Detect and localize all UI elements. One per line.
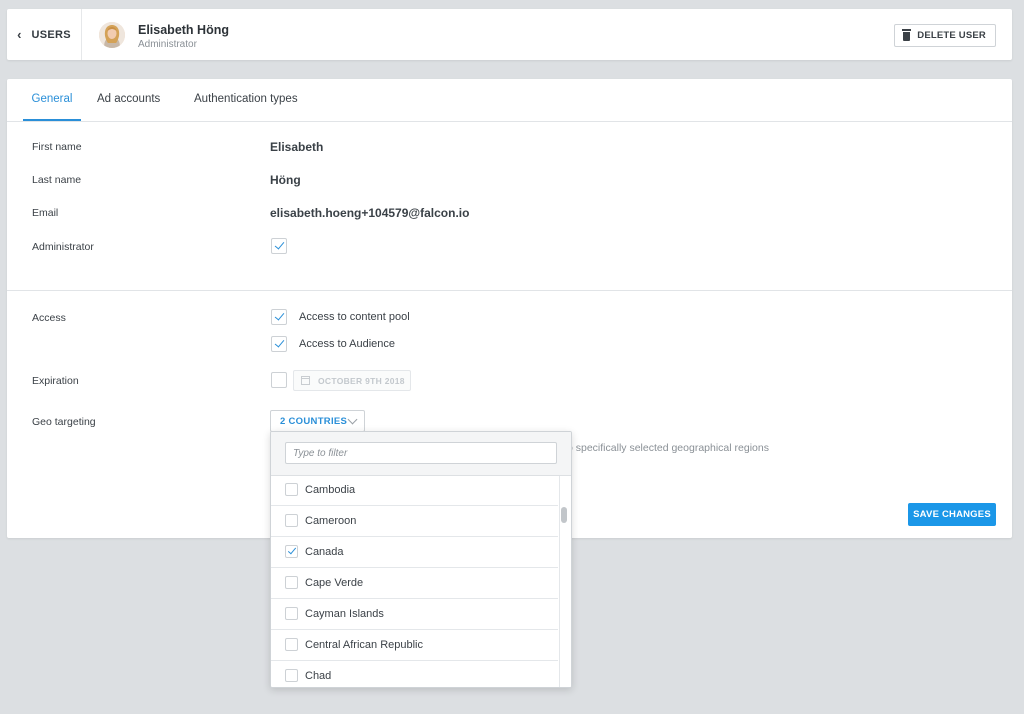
- delete-user-label: DELETE USER: [917, 30, 986, 41]
- first-name-label: First name: [32, 141, 82, 153]
- country-name: Cameroon: [305, 515, 357, 527]
- expiration-checkbox[interactable]: [271, 372, 287, 388]
- country-option-cape-verde[interactable]: Cape Verde: [271, 568, 558, 599]
- geo-targeting-label: Geo targeting: [32, 416, 96, 428]
- country-filter-input[interactable]: [285, 442, 557, 464]
- expiration-date-value: OCTOBER 9TH 2018: [318, 375, 405, 386]
- tab-ad-accounts[interactable]: Ad accounts: [97, 79, 160, 121]
- country-checkbox[interactable]: [285, 669, 298, 682]
- country-option-cambodia[interactable]: Cambodia: [271, 475, 558, 506]
- geo-countries-dropdown[interactable]: 2 COUNTRIES: [270, 410, 365, 432]
- audience-label: Access to Audience: [299, 338, 396, 350]
- email-label: Email: [32, 207, 59, 219]
- expiration-date-picker[interactable]: OCTOBER 9TH 2018: [293, 370, 411, 391]
- country-option-chad[interactable]: Chad: [271, 661, 558, 687]
- back-to-users-button[interactable]: ‹ USERS: [7, 9, 82, 60]
- country-name: Cambodia: [305, 484, 356, 496]
- country-name: Cape Verde: [305, 577, 364, 589]
- tab-authentication-types[interactable]: Authentication types: [194, 79, 298, 121]
- delete-user-button[interactable]: DELETE USER: [894, 24, 996, 47]
- administrator-label: Administrator: [32, 241, 94, 253]
- back-label: USERS: [31, 28, 71, 41]
- filter-area: [271, 432, 571, 476]
- geo-hint-text: o specifically selected geographical reg…: [567, 442, 769, 454]
- avatar: [99, 22, 125, 48]
- trash-icon: [902, 29, 912, 41]
- country-option-cameroon[interactable]: Cameroon: [271, 506, 558, 537]
- last-name-label: Last name: [32, 174, 82, 186]
- country-option-central-african-republic[interactable]: Central African Republic: [271, 630, 558, 661]
- country-checkbox[interactable]: [285, 483, 298, 496]
- section-divider: [7, 290, 1012, 291]
- dropdown-scroll-thumb[interactable]: [561, 507, 567, 523]
- first-name-value: Elisabeth: [270, 140, 324, 154]
- email-value: elisabeth.hoeng+104579@falcon.io: [270, 206, 470, 220]
- country-checkbox[interactable]: [285, 545, 298, 558]
- chevron-left-icon: ‹: [17, 27, 22, 42]
- country-option-cayman-islands[interactable]: Cayman Islands: [271, 599, 558, 630]
- user-header: ‹ USERS Elisabeth Höng Administrator DEL…: [7, 9, 1012, 60]
- country-name: Chad: [305, 670, 332, 682]
- content-pool-label: Access to content pool: [299, 311, 410, 323]
- country-option-canada[interactable]: Canada: [271, 537, 558, 568]
- user-role: Administrator: [138, 39, 197, 50]
- country-name: Central African Republic: [305, 639, 424, 651]
- expiration-label: Expiration: [32, 375, 79, 387]
- country-name: Cayman Islands: [305, 608, 384, 620]
- audience-checkbox[interactable]: [271, 336, 287, 352]
- country-checkbox[interactable]: [285, 576, 298, 589]
- chevron-down-icon: [347, 414, 358, 425]
- calendar-icon: [301, 376, 310, 385]
- content-pool-checkbox[interactable]: [271, 309, 287, 325]
- country-checkbox[interactable]: [285, 607, 298, 620]
- tab-general[interactable]: General: [23, 79, 81, 121]
- user-name: Elisabeth Höng: [138, 23, 229, 37]
- country-checkbox[interactable]: [285, 514, 298, 527]
- geo-countries-label: 2 COUNTRIES: [280, 415, 348, 427]
- country-dropdown: Cambodia Cameroon Canada Cape Verde Caym…: [270, 431, 572, 688]
- country-name: Canada: [305, 546, 344, 558]
- save-changes-button[interactable]: SAVE CHANGES: [908, 503, 996, 526]
- administrator-checkbox[interactable]: [271, 238, 287, 254]
- country-checkbox[interactable]: [285, 638, 298, 651]
- last-name-value: Höng: [270, 173, 301, 187]
- tab-bar: General Ad accounts Authentication types: [7, 79, 1012, 122]
- access-label: Access: [32, 312, 66, 324]
